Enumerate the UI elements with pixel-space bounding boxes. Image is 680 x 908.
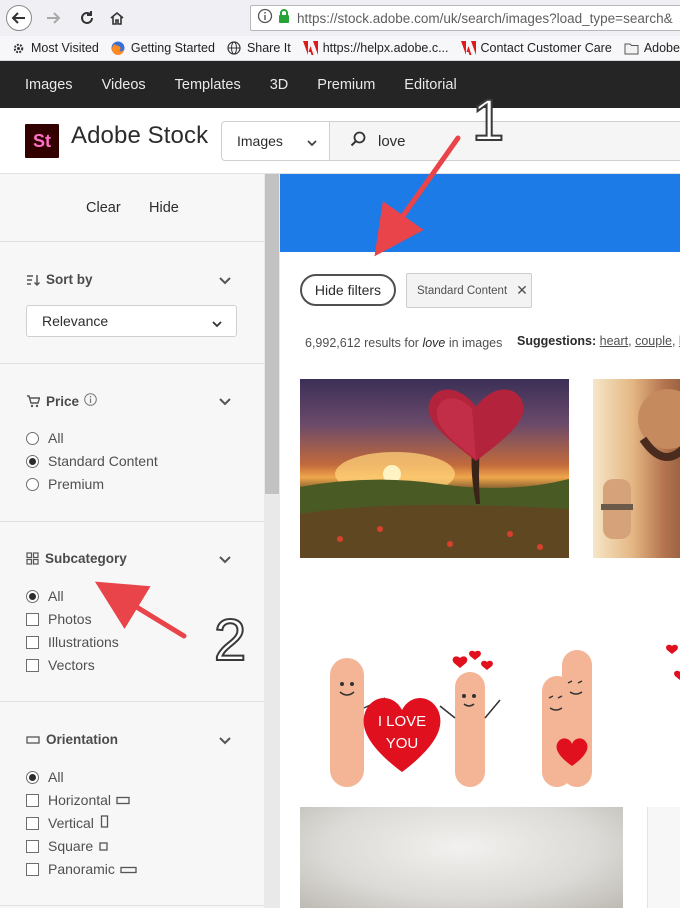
- arrow-to-hide-filters: [374, 135, 461, 257]
- annotation-number-2: 2: [213, 608, 247, 673]
- annotation-number-1: 1: [471, 88, 505, 153]
- annotation-arrows: [94, 135, 461, 639]
- arrow-to-subcategory: [94, 581, 187, 639]
